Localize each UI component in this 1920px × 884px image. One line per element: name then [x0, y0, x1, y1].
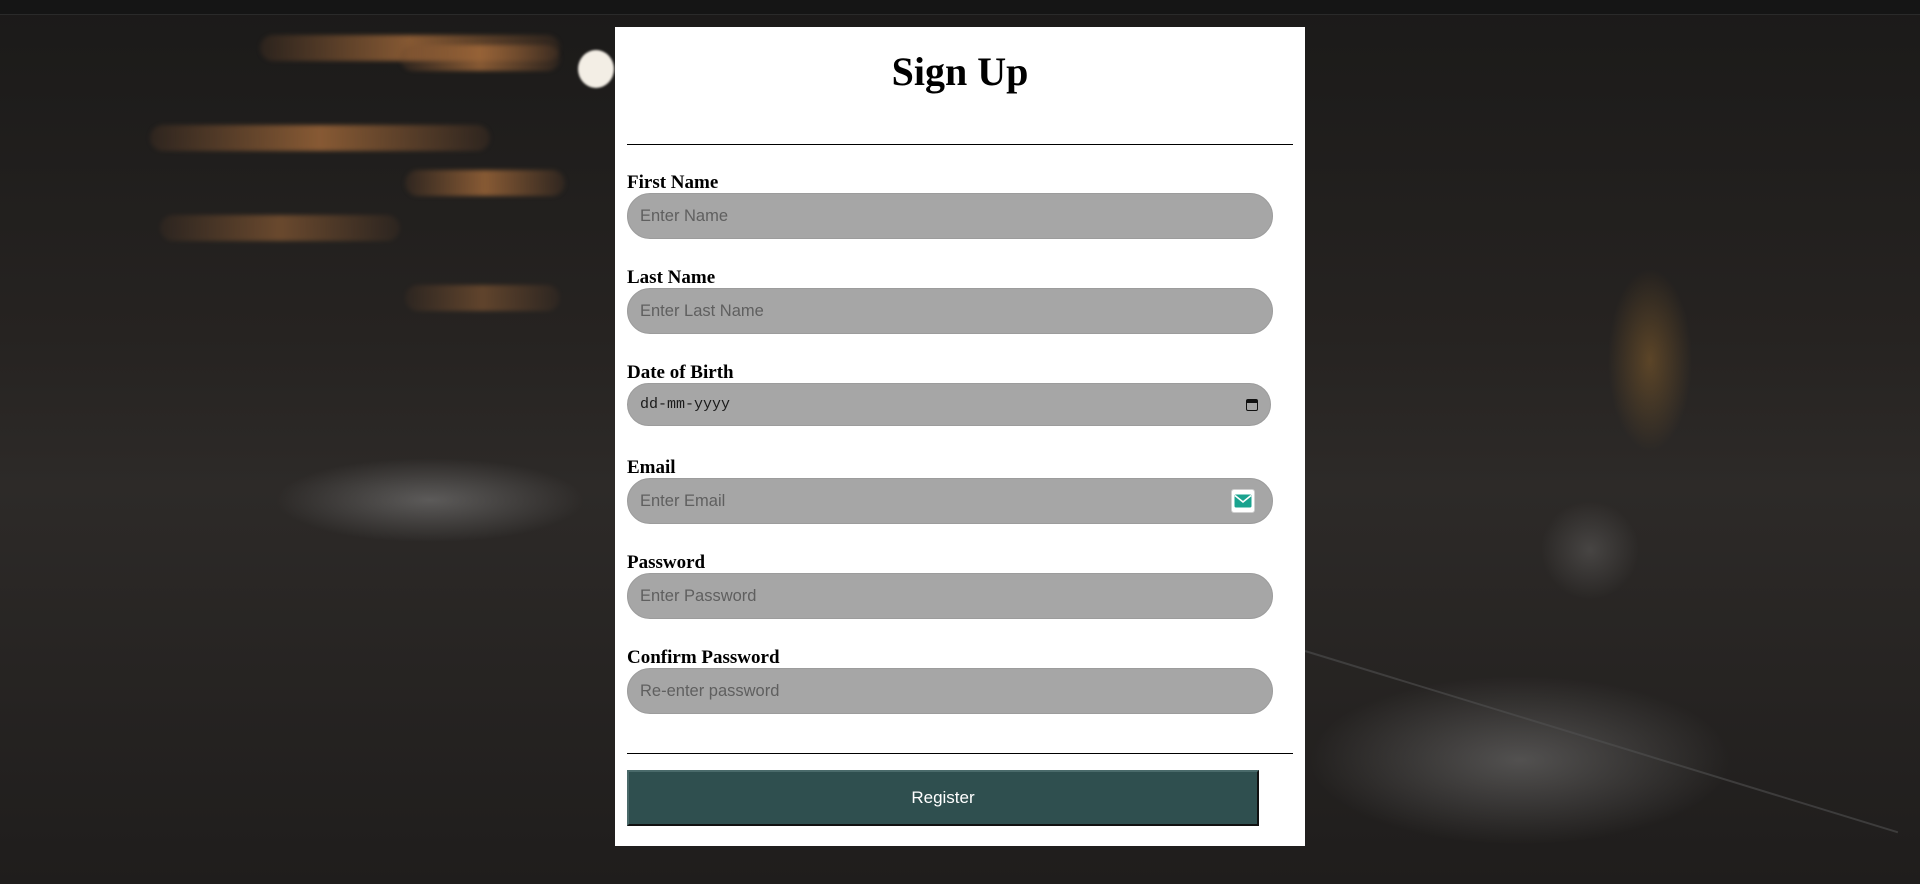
signup-card: Sign Up First Name Last Name Date of Bir…: [615, 27, 1305, 846]
form-divider: [627, 753, 1293, 754]
envelope-icon: [1234, 494, 1252, 508]
first-name-input[interactable]: [627, 193, 1273, 239]
confirm-password-input-wrap: [627, 668, 1273, 714]
background-top-band: [0, 0, 1920, 15]
first-name-field: First Name: [627, 173, 1293, 268]
background-slat: [150, 125, 490, 151]
register-button[interactable]: Register: [627, 770, 1259, 826]
email-label: Email: [627, 457, 676, 478]
last-name-field: Last Name: [627, 268, 1293, 363]
last-name-input-wrap: [627, 288, 1273, 334]
date-of-birth-field: Date of Birth dd-mm-yyyy: [627, 363, 1293, 458]
email-input-wrap: [627, 478, 1273, 524]
password-field: Password: [627, 553, 1293, 648]
background-slat: [405, 285, 560, 311]
signup-form: First Name Last Name Date of Birth dd-mm…: [627, 145, 1293, 826]
confirm-password-input[interactable]: [627, 668, 1273, 714]
email-field: Email: [627, 458, 1293, 553]
page-title: Sign Up: [891, 49, 1029, 94]
background-slat: [160, 215, 400, 241]
password-input[interactable]: [627, 573, 1273, 619]
password-label: Password: [627, 552, 706, 573]
password-input-wrap: [627, 573, 1273, 619]
confirm-password-label: Confirm Password: [627, 647, 780, 668]
date-of-birth-input-wrap: dd-mm-yyyy: [627, 383, 1273, 426]
date-of-birth-input[interactable]: dd-mm-yyyy: [627, 383, 1271, 426]
date-of-birth-label: Date of Birth: [627, 362, 734, 383]
first-name-label: First Name: [627, 172, 719, 193]
first-name-input-wrap: [627, 193, 1273, 239]
background-slat: [400, 45, 560, 71]
date-format-placeholder: dd-mm-yyyy: [640, 396, 731, 413]
background-light: [578, 50, 614, 88]
confirm-password-field: Confirm Password: [627, 648, 1293, 743]
background-floor-line: [1304, 650, 1899, 834]
last-name-input[interactable]: [627, 288, 1273, 334]
calendar-icon[interactable]: [1246, 398, 1258, 411]
email-input[interactable]: [627, 478, 1273, 524]
last-name-label: Last Name: [627, 267, 716, 288]
background-slat: [405, 170, 565, 196]
email-extension-icon[interactable]: [1231, 489, 1255, 513]
